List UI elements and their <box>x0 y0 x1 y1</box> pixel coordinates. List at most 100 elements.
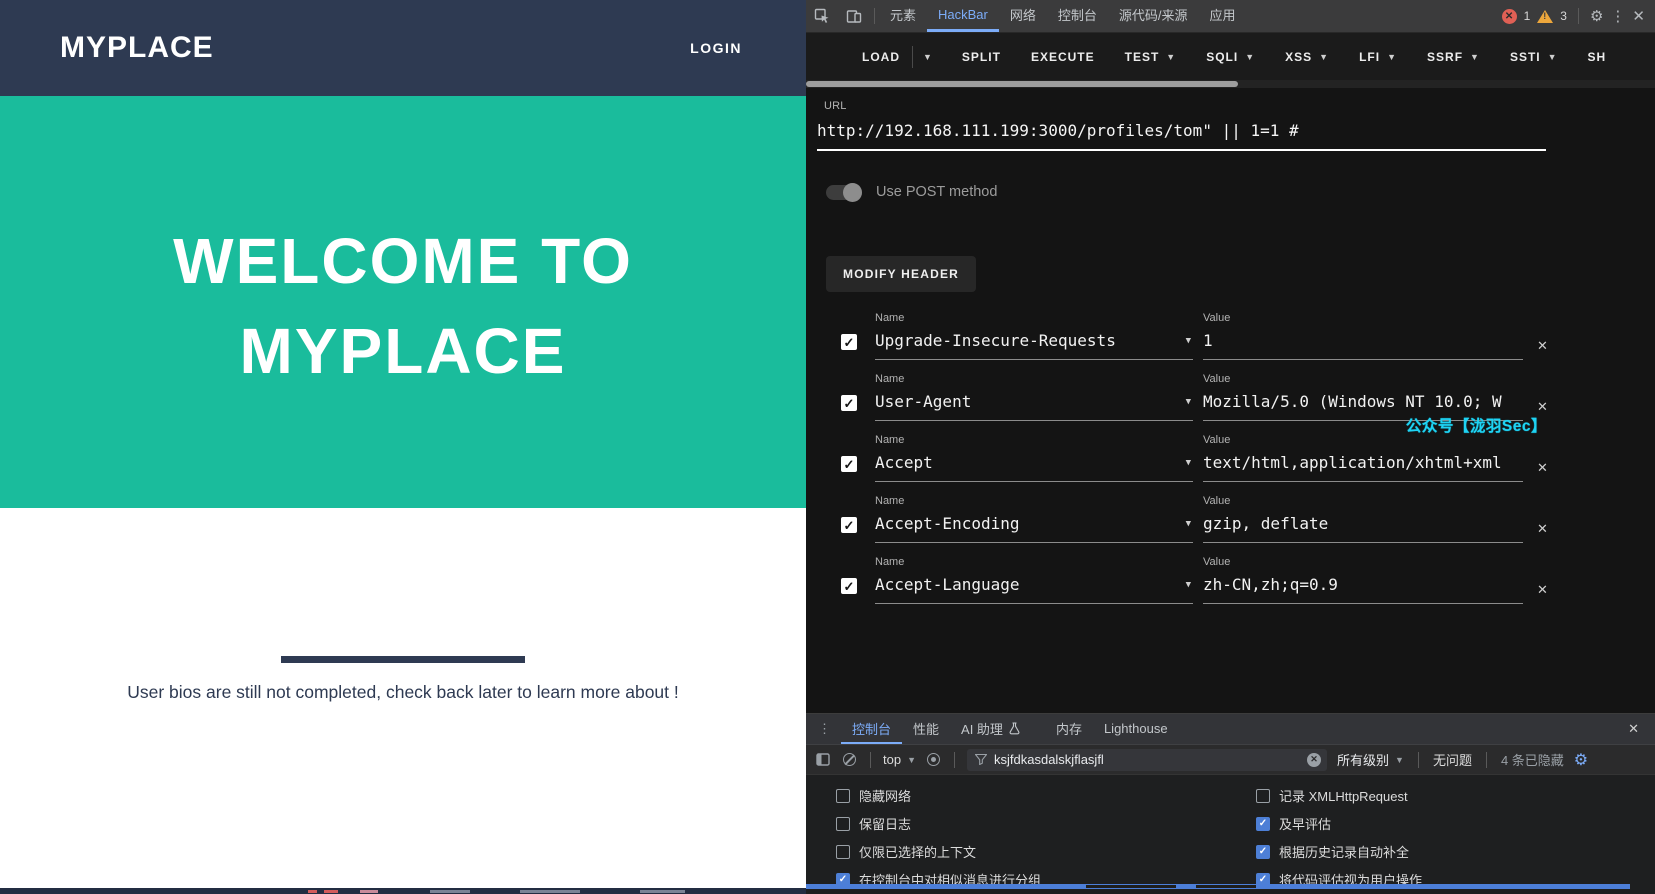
name-label: Name <box>875 556 1193 575</box>
drawer-tab-memory[interactable]: 内存 <box>1045 714 1093 744</box>
settings-column-right: 记录 XMLHttpRequest ✓ 及早评估 ✓ 根据历史记录自动补全 ✓ … <box>1256 787 1422 888</box>
setting-log-xhr[interactable]: 记录 XMLHttpRequest <box>1256 787 1422 804</box>
value-label: Value <box>1203 556 1523 575</box>
load-button[interactable]: LOAD <box>862 50 900 64</box>
remove-header-icon[interactable]: ✕ <box>1523 399 1548 415</box>
ssti-menu[interactable]: SSTI▼ <box>1510 50 1558 64</box>
console-sidebar-toggle-icon[interactable] <box>814 751 832 769</box>
header-checkbox[interactable]: ✓ <box>841 517 857 533</box>
test-menu[interactable]: TEST▼ <box>1125 50 1177 64</box>
checkbox-unchecked-icon <box>836 789 850 803</box>
xss-menu[interactable]: XSS▼ <box>1285 50 1329 64</box>
divider <box>1418 752 1419 768</box>
header-value-input[interactable]: 1 <box>1203 331 1523 360</box>
tab-sources[interactable]: 源代码/来源 <box>1108 0 1199 32</box>
shell-menu[interactable]: SH <box>1588 50 1607 64</box>
url-input[interactable]: http://192.168.111.199:3000/profiles/tom… <box>817 121 1546 140</box>
devtools-tabbar: 元素 HackBar 网络 控制台 源代码/来源 应用 ✕ 1 3 ⚙ ⋮ ✕ <box>806 0 1655 33</box>
drawer-more-icon[interactable]: ⋮ <box>806 714 841 744</box>
warning-count: 3 <box>1560 9 1567 23</box>
checkbox-unchecked-icon <box>836 845 850 859</box>
value-label: Value <box>1203 312 1523 331</box>
post-method-toggle[interactable] <box>826 185 862 200</box>
execute-button[interactable]: EXECUTE <box>1031 50 1095 64</box>
clear-filter-icon[interactable]: ✕ <box>1307 753 1321 767</box>
device-toolbar-icon[interactable] <box>838 0 870 32</box>
load-caret-icon[interactable]: ▼ <box>923 52 932 62</box>
header-value-input[interactable]: text/html,application/xhtml+xml <box>1203 453 1523 482</box>
watermark-text: 公众号【泷羽Sec】 <box>1406 414 1547 436</box>
close-devtools-icon[interactable]: ✕ <box>1632 7 1645 25</box>
live-expression-icon[interactable] <box>924 751 942 769</box>
hackbar-panel: URL http://192.168.111.199:3000/profiles… <box>806 88 1655 713</box>
value-label: Value <box>1203 434 1523 453</box>
chevron-down-icon: ▼ <box>1186 336 1191 346</box>
lfi-menu[interactable]: LFI▼ <box>1359 50 1397 64</box>
filter-funnel-icon <box>975 754 987 765</box>
sqli-menu[interactable]: SQLI▼ <box>1206 50 1255 64</box>
remove-header-icon[interactable]: ✕ <box>1523 460 1548 476</box>
inspect-element-icon[interactable] <box>806 0 838 32</box>
header-checkbox[interactable]: ✓ <box>841 395 857 411</box>
hackbar-menubar: LOAD ▼ SPLIT EXECUTE TEST▼ SQLI▼ XSS▼ LF… <box>806 33 1655 80</box>
scrollbar-thumb[interactable] <box>806 81 1238 87</box>
drawer-tab-lighthouse[interactable]: Lighthouse <box>1093 714 1179 744</box>
header-name-select[interactable]: Accept-Encoding▼ <box>875 514 1193 543</box>
ssrf-menu[interactable]: SSRF▼ <box>1427 50 1480 64</box>
login-link[interactable]: LOGIN <box>690 40 742 56</box>
checkbox-unchecked-icon <box>1256 789 1270 803</box>
remove-header-icon[interactable]: ✕ <box>1523 338 1548 354</box>
console-filter-input[interactable]: ksjfdkasdalskjflasjfl ✕ <box>967 749 1327 771</box>
drawer-tab-console[interactable]: 控制台 <box>841 714 902 744</box>
tab-network[interactable]: 网络 <box>999 0 1047 32</box>
chevron-down-icon: ▼ <box>1548 52 1558 62</box>
header-checkbox[interactable]: ✓ <box>841 578 857 594</box>
load-button-group: LOAD ▼ <box>862 46 932 68</box>
drawer-close-icon[interactable]: ✕ <box>1612 714 1655 744</box>
horizontal-scrollbar[interactable] <box>806 80 1655 88</box>
console-settings-gear-icon[interactable]: ⚙ <box>1574 750 1588 770</box>
remove-header-icon[interactable]: ✕ <box>1523 582 1548 598</box>
name-label: Name <box>875 312 1193 331</box>
header-name-select[interactable]: Accept▼ <box>875 453 1193 482</box>
setting-hide-network[interactable]: 隐藏网络 <box>836 787 1041 804</box>
header-value-input[interactable]: gzip, deflate <box>1203 514 1523 543</box>
header-name-select[interactable]: User-Agent▼ <box>875 392 1193 421</box>
header-name-select[interactable]: Upgrade-Insecure-Requests▼ <box>875 331 1193 360</box>
drawer-tab-ai[interactable]: AI 助理 <box>950 714 1031 744</box>
setting-preserve-log[interactable]: 保留日志 <box>836 815 1041 832</box>
setting-autocomplete-history[interactable]: ✓ 根据历史记录自动补全 <box>1256 843 1422 860</box>
header-value-input[interactable]: zh-CN,zh;q=0.9 <box>1203 575 1523 604</box>
setting-selected-context-only[interactable]: 仅限已选择的上下文 <box>836 843 1041 860</box>
remove-header-icon[interactable]: ✕ <box>1523 521 1548 537</box>
settings-gear-icon[interactable]: ⚙ <box>1590 7 1603 25</box>
hero-title-line2: MYPLACE <box>240 319 567 383</box>
tab-hackbar[interactable]: HackBar <box>927 0 999 32</box>
split-button[interactable]: SPLIT <box>962 50 1001 64</box>
error-badge-icon[interactable]: ✕ <box>1502 9 1517 24</box>
chevron-down-icon: ▼ <box>1387 52 1397 62</box>
tab-console[interactable]: 控制台 <box>1047 0 1108 32</box>
setting-eager-eval[interactable]: ✓ 及早评估 <box>1256 815 1422 832</box>
drawer-tab-performance[interactable]: 性能 <box>902 714 950 744</box>
context-selector[interactable]: top ▼ <box>883 752 916 767</box>
tab-application[interactable]: 应用 <box>1199 0 1247 32</box>
bio-message: User bios are still not completed, check… <box>0 682 806 703</box>
clear-console-icon[interactable] <box>840 751 858 769</box>
divider <box>1486 752 1487 768</box>
log-levels-dropdown[interactable]: 所有级别 ▼ <box>1337 750 1404 769</box>
divider <box>912 46 913 68</box>
warning-badge-icon[interactable] <box>1537 10 1553 23</box>
modify-header-button[interactable]: MODIFY HEADER <box>826 256 976 292</box>
issues-counter[interactable]: 无问题 <box>1433 750 1472 769</box>
header-checkbox[interactable]: ✓ <box>841 456 857 472</box>
more-options-icon[interactable]: ⋮ <box>1610 7 1625 25</box>
header-checkbox[interactable]: ✓ <box>841 334 857 350</box>
post-method-label: Use POST method <box>876 184 997 200</box>
header-name-select[interactable]: Accept-Language▼ <box>875 575 1193 604</box>
hidden-messages-count[interactable]: 4 条已隐藏 <box>1501 750 1564 769</box>
tab-elements[interactable]: 元素 <box>879 0 927 32</box>
header-row: Name Value ✓ Accept-Language▼ zh-CN,zh;q… <box>841 556 1655 604</box>
url-input-underline <box>817 149 1546 151</box>
console-settings-panel: 隐藏网络 保留日志 仅限已选择的上下文 ✓ 在控制台中对相似消息进行分组 <box>806 775 1655 889</box>
